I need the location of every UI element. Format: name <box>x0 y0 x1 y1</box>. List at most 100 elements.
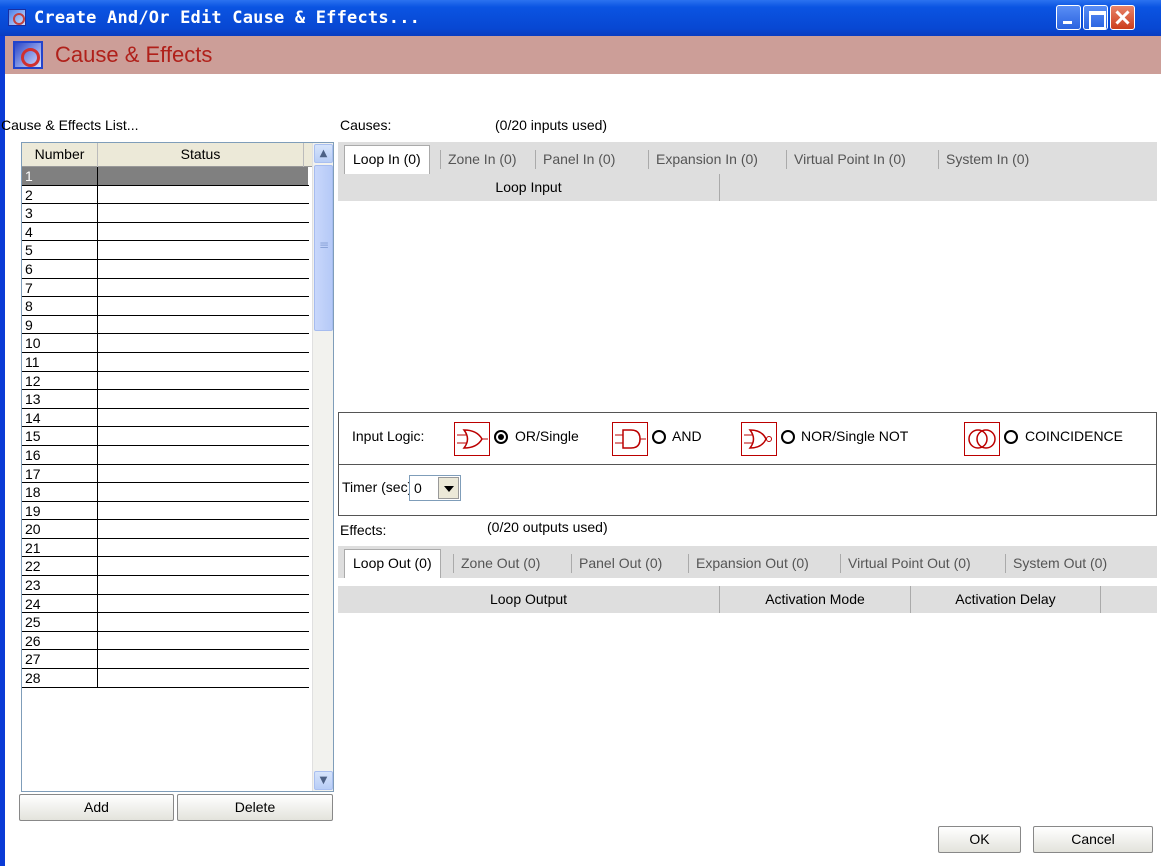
timer-label: Timer (sec): <box>342 479 417 495</box>
row-number: 4 <box>22 222 98 241</box>
list-row[interactable]: 12 <box>22 371 309 391</box>
and-radio[interactable] <box>652 430 666 444</box>
row-status <box>98 595 308 613</box>
row-number: 24 <box>22 594 98 613</box>
row-status <box>98 613 308 631</box>
or-gate-icon <box>454 422 490 456</box>
scroll-thumb[interactable] <box>314 165 333 331</box>
row-status <box>98 167 308 185</box>
delete-button[interactable]: Delete <box>177 794 333 821</box>
coincidence-radio[interactable] <box>1004 430 1018 444</box>
column-header-loop-output[interactable]: Loop Output <box>338 586 720 613</box>
list-row[interactable]: 15 <box>22 427 309 446</box>
list-row[interactable]: 23 <box>22 576 309 595</box>
list-rows: 1 2 3 4 5 6 7 8 9 10 11 12 13 14 15 16 17 18 19 20 21 22 23 24 2… <box>22 167 309 688</box>
row-number: 9 <box>22 315 98 334</box>
list-row[interactable]: 11 <box>22 352 309 372</box>
row-number: 12 <box>22 371 98 390</box>
list-row[interactable]: 13 <box>22 390 309 409</box>
list-row[interactable]: 4 <box>22 222 309 242</box>
nor-gate-icon <box>741 422 777 456</box>
list-row[interactable]: 9 <box>22 315 309 335</box>
add-button[interactable]: Add <box>19 794 174 821</box>
chevron-down-icon[interactable] <box>438 477 459 499</box>
list-row[interactable]: 26 <box>22 631 309 651</box>
list-row[interactable]: 2 <box>22 185 309 205</box>
row-number: 14 <box>22 408 98 427</box>
tab-panel-out-0[interactable]: Panel Out (0) <box>571 550 670 577</box>
column-header-activation-mode[interactable]: Activation Mode <box>720 586 911 613</box>
cause-effects-list[interactable]: Number Status 1 2 3 4 5 6 7 8 9 10 11 12 13 14 15 16 17 1… <box>21 142 334 792</box>
list-row[interactable]: 5 <box>22 241 309 260</box>
tab-loop-in-0[interactable]: Loop In (0) <box>344 145 430 174</box>
list-row[interactable]: 3 <box>22 204 309 223</box>
row-status <box>98 297 308 315</box>
or-single-radio[interactable] <box>494 430 508 444</box>
list-row[interactable]: 14 <box>22 408 309 428</box>
row-number: 3 <box>22 204 98 222</box>
tab-expansion-in-0[interactable]: Expansion In (0) <box>648 146 766 173</box>
row-number: 28 <box>22 669 98 687</box>
timer-select[interactable]: 0 <box>409 475 461 501</box>
row-number: 13 <box>22 390 98 408</box>
cancel-button[interactable]: Cancel <box>1033 826 1153 853</box>
row-status <box>98 446 308 464</box>
tab-zone-out-0[interactable]: Zone Out (0) <box>453 550 548 577</box>
row-number: 20 <box>22 520 98 538</box>
effects-usage: (0/20 outputs used) <box>487 519 608 535</box>
row-status <box>98 539 308 557</box>
tab-virtual-point-in-0[interactable]: Virtual Point In (0) <box>786 146 914 173</box>
row-number: 19 <box>22 501 98 520</box>
tab-system-in-0[interactable]: System In (0) <box>938 146 1037 173</box>
list-row[interactable]: 16 <box>22 445 309 465</box>
column-header-status[interactable]: Status <box>98 143 304 167</box>
column-header-number[interactable]: Number <box>22 143 98 167</box>
list-row[interactable]: 18 <box>22 483 309 502</box>
row-number: 18 <box>22 483 98 501</box>
list-row[interactable]: 21 <box>22 538 309 558</box>
list-row[interactable]: 17 <box>22 464 309 484</box>
column-header-loop-input[interactable]: Loop Input <box>338 174 720 201</box>
and-gate-icon <box>612 422 648 456</box>
nor-single-not-radio[interactable] <box>781 430 795 444</box>
list-row[interactable]: 25 <box>22 613 309 632</box>
list-row[interactable]: 20 <box>22 520 309 539</box>
list-row[interactable]: 8 <box>22 297 309 316</box>
column-header-activation-delay[interactable]: Activation Delay <box>911 586 1101 613</box>
list-row[interactable]: 7 <box>22 278 309 298</box>
scroll-down-icon[interactable]: ▼ <box>314 771 333 790</box>
list-row[interactable]: 22 <box>22 557 309 577</box>
list-label: Cause & Effects List... <box>1 117 139 133</box>
row-number: 26 <box>22 631 98 650</box>
effects-tabstrip: Loop Out (0) Zone Out (0) Panel Out (0) Exp… <box>338 546 1157 578</box>
minimize-button[interactable] <box>1056 5 1081 30</box>
tab-system-out-0[interactable]: System Out (0) <box>1005 550 1115 577</box>
list-row[interactable]: 24 <box>22 594 309 614</box>
row-number: 10 <box>22 334 98 352</box>
dialog-window: Create And/Or Edit Cause & Effects... Ca… <box>0 0 1161 866</box>
list-row[interactable]: 27 <box>22 650 309 670</box>
causes-tabstrip: Loop In (0) Zone In (0) Panel In (0) Expans… <box>338 142 1157 174</box>
row-number: 1 <box>22 167 98 185</box>
tab-zone-in-0[interactable]: Zone In (0) <box>440 146 524 173</box>
ok-button[interactable]: OK <box>938 826 1021 853</box>
list-scrollbar[interactable]: ▲ ▼ <box>312 143 333 791</box>
tab-panel-in-0[interactable]: Panel In (0) <box>535 146 623 173</box>
tab-expansion-out-0[interactable]: Expansion Out (0) <box>688 550 817 577</box>
list-row[interactable]: 6 <box>22 259 309 279</box>
maximize-button[interactable] <box>1083 5 1108 30</box>
tab-loop-out-0[interactable]: Loop Out (0) <box>344 549 441 578</box>
client-area: Cause & Effects Cause & Effects List... … <box>1 36 1161 866</box>
list-row[interactable]: 28 <box>22 669 309 688</box>
title-bar[interactable]: Create And/Or Edit Cause & Effects... <box>0 0 1161 36</box>
list-row[interactable]: 1 <box>22 167 309 186</box>
or-single-label: OR/Single <box>515 428 579 444</box>
row-number: 8 <box>22 297 98 315</box>
row-number: 17 <box>22 464 98 483</box>
close-button[interactable] <box>1110 5 1135 30</box>
scroll-up-icon[interactable]: ▲ <box>314 144 333 163</box>
tab-virtual-point-out-0[interactable]: Virtual Point Out (0) <box>840 550 979 577</box>
row-status <box>98 204 308 222</box>
list-row[interactable]: 19 <box>22 501 309 521</box>
list-row[interactable]: 10 <box>22 334 309 353</box>
